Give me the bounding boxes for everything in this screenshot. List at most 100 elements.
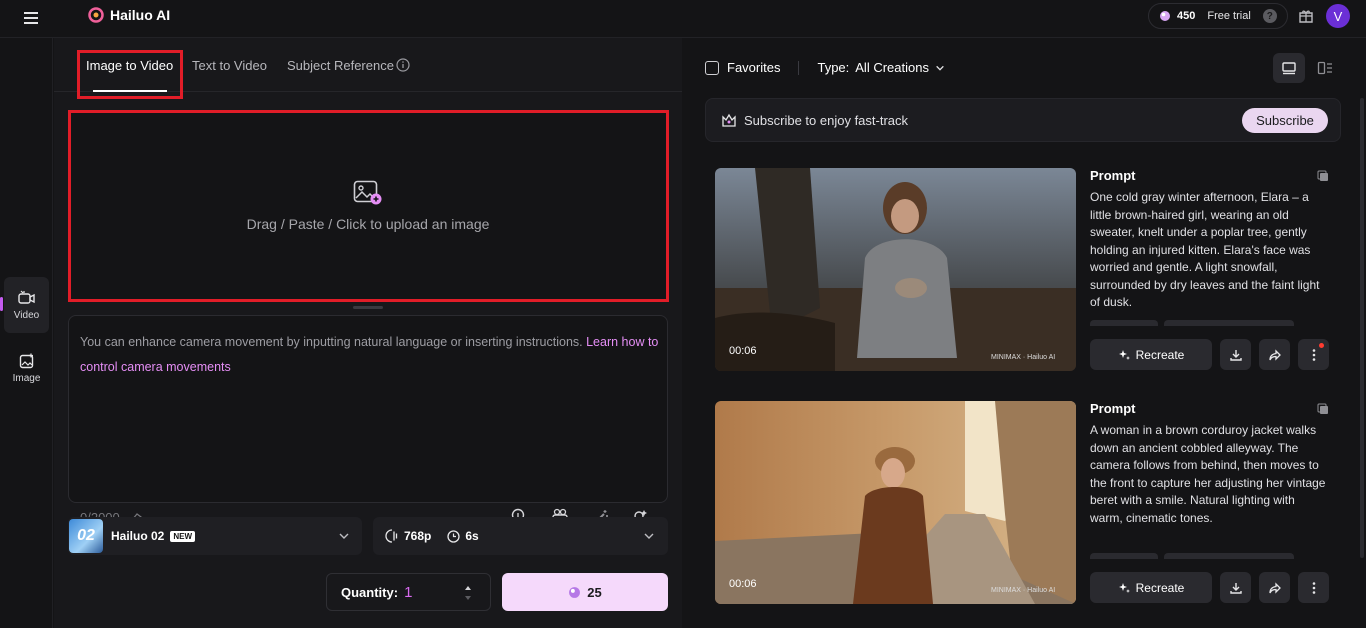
help-icon[interactable]: ?	[1262, 9, 1277, 23]
more-vertical-icon	[1312, 348, 1315, 361]
card-actions: Recreate	[1090, 339, 1329, 370]
filter-bar: Favorites Type: All Creations	[705, 60, 945, 75]
chevron-down-icon	[644, 533, 654, 539]
rail-label-image: Image	[12, 372, 41, 384]
clock-icon	[447, 529, 461, 543]
divider	[798, 60, 800, 75]
notification-dot	[1319, 343, 1324, 348]
copy-icon[interactable]	[1317, 170, 1329, 182]
watermark: MINIMAX · Hailuo AI	[991, 354, 1056, 361]
stepper-arrows-icon[interactable]	[462, 581, 474, 605]
image-plus-icon	[19, 353, 33, 368]
type-filter-dropdown[interactable]: Type: All Creations	[817, 60, 945, 75]
share-icon	[1268, 581, 1281, 594]
credit-gem-icon	[1160, 11, 1170, 21]
quantity-label: Quantity:	[341, 584, 399, 600]
hailuo-logo-icon	[88, 7, 104, 23]
highlight-box-tab	[77, 50, 183, 99]
rail-item-video[interactable]: Video	[4, 277, 49, 333]
prompt-text: One cold gray winter afternoon, Elara – …	[1090, 190, 1320, 309]
video-thumbnail[interactable]: 00:06 MINIMAX · Hailuo AI	[715, 401, 1076, 604]
share-icon	[1268, 348, 1281, 361]
watermark: MINIMAX · Hailuo AI	[991, 587, 1056, 594]
scrollbar[interactable]	[1360, 98, 1364, 558]
quantity-stepper[interactable]: Quantity: 1	[326, 573, 491, 611]
subscribe-button[interactable]: Subscribe	[1242, 108, 1328, 133]
gift-box-icon[interactable]	[1296, 6, 1316, 26]
recreate-label: Recreate	[1135, 347, 1185, 362]
tag-row	[1090, 320, 1295, 326]
tag	[1090, 553, 1158, 559]
tag	[1164, 320, 1294, 326]
list-view-icon[interactable]	[1273, 53, 1305, 83]
sparkle-icon	[1118, 582, 1130, 593]
video-duration: 00:06	[729, 345, 757, 357]
prompt-placeholder-text: You can enhance camera movement by input…	[80, 335, 587, 349]
favorites-checkbox[interactable]	[705, 60, 719, 75]
rail-active-indicator	[0, 297, 3, 311]
type-value: All Creations	[855, 60, 929, 75]
rail-item-image[interactable]: Image	[4, 340, 49, 396]
prompt-title: Prompt	[1090, 168, 1136, 183]
new-badge: NEW	[170, 530, 196, 542]
prompt-text: A woman in a brown corduroy jacket walks…	[1090, 423, 1326, 525]
credits-pill[interactable]: 450 Free trial ?	[1148, 3, 1288, 29]
resolution-value: 768p	[404, 529, 432, 543]
download-icon	[1229, 349, 1242, 361]
video-settings-selector[interactable]: 768p 6s	[373, 517, 668, 555]
prompt-input[interactable]: You can enhance camera movement by input…	[68, 315, 668, 526]
generate-button[interactable]: 25	[502, 573, 668, 611]
prompt-title: Prompt	[1090, 401, 1136, 416]
duration-value: 6s	[465, 529, 479, 543]
recreate-label: Recreate	[1135, 580, 1185, 595]
creations-panel: Favorites Type: All Creations Subscribe …	[683, 38, 1366, 628]
video-duration: 00:06	[729, 578, 757, 590]
info-icon[interactable]	[396, 58, 410, 72]
creation-panel: Image to Video Text to Video Subject Ref…	[54, 38, 682, 628]
free-trial-label[interactable]: Free trial	[1207, 10, 1250, 22]
prompt-placeholder: You can enhance camera movement by input…	[80, 330, 665, 380]
credit-gem-icon	[569, 586, 581, 598]
sparkle-icon	[1118, 349, 1130, 360]
model-thumbnail: 02	[69, 519, 103, 553]
copy-icon[interactable]	[1317, 403, 1329, 415]
app-name: Hailuo AI	[110, 7, 171, 23]
resolution-icon	[385, 529, 398, 543]
download-button[interactable]	[1220, 339, 1251, 370]
tab-text-to-video[interactable]: Text to Video	[192, 58, 267, 73]
left-rail: Video Image	[0, 38, 53, 628]
subscribe-banner: Subscribe to enjoy fast-track Subscribe	[705, 98, 1341, 142]
card-actions: Recreate	[1090, 572, 1329, 603]
tag	[1090, 320, 1158, 326]
detail-view-icon[interactable]	[1309, 53, 1341, 83]
creation-card: 00:06 MINIMAX · Hailuo AI Prompt One col…	[715, 168, 1335, 372]
chevron-down-icon	[339, 533, 349, 539]
share-button[interactable]	[1259, 339, 1290, 370]
quantity-value: 1	[404, 583, 413, 601]
tag	[1164, 553, 1294, 559]
recreate-button[interactable]: Recreate	[1090, 339, 1212, 370]
recreate-button[interactable]: Recreate	[1090, 572, 1212, 603]
hamburger-menu-icon[interactable]	[22, 8, 42, 28]
view-toggle	[1273, 53, 1343, 83]
tab-subject-reference[interactable]: Subject Reference	[287, 58, 394, 73]
top-bar: Hailuo AI 450 Free trial ? V	[0, 0, 1366, 38]
download-button[interactable]	[1220, 572, 1251, 603]
subscribe-text: Subscribe to enjoy fast-track	[744, 113, 909, 128]
app-logo[interactable]: Hailuo AI	[88, 7, 170, 23]
tag-row	[1090, 553, 1295, 559]
type-label: Type:	[817, 60, 850, 75]
model-selector[interactable]: 02 Hailuo 02 NEW	[68, 517, 362, 555]
resize-handle[interactable]	[353, 306, 383, 309]
favorites-label[interactable]: Favorites	[727, 60, 780, 75]
more-vertical-icon	[1312, 581, 1315, 594]
share-button[interactable]	[1259, 572, 1290, 603]
video-thumbnail[interactable]: 00:06 MINIMAX · Hailuo AI	[715, 168, 1076, 371]
chevron-down-icon	[936, 65, 944, 71]
generate-cost: 25	[587, 584, 602, 600]
more-options-button[interactable]	[1298, 572, 1329, 603]
more-options-button[interactable]	[1298, 339, 1329, 370]
rail-label-video: Video	[13, 309, 40, 321]
user-avatar[interactable]: V	[1326, 4, 1350, 28]
creation-card: 00:06 MINIMAX · Hailuo AI Prompt A woman…	[715, 401, 1335, 605]
